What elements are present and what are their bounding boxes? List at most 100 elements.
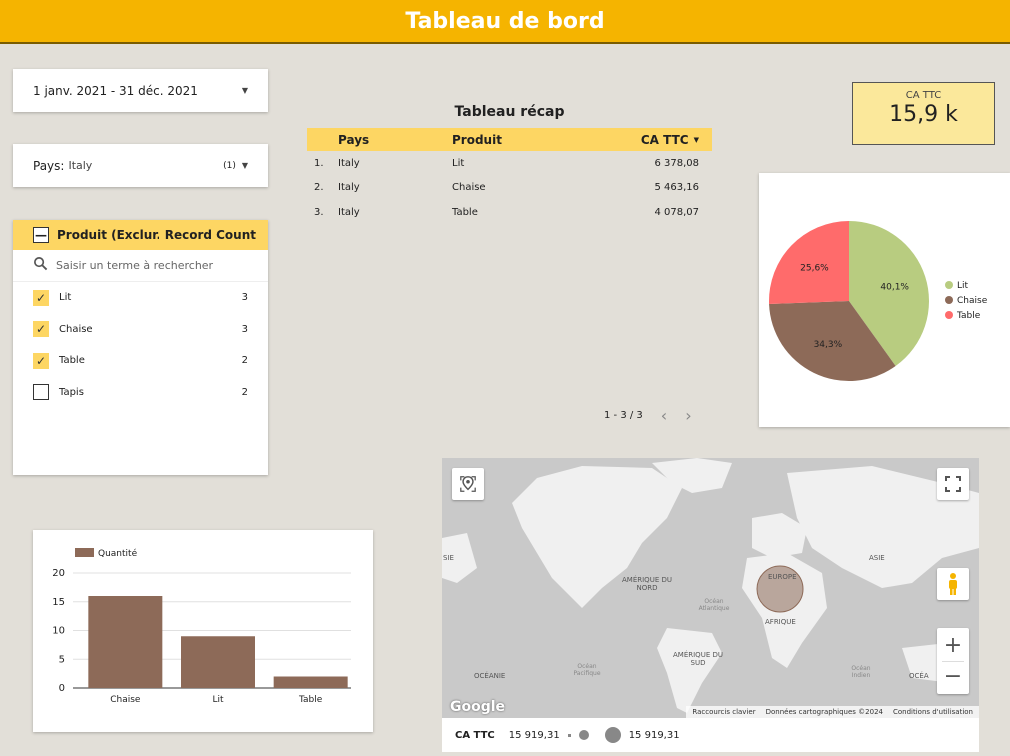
filter-item-count: 2	[241, 386, 248, 398]
dropdown-caret-icon: ▼	[241, 161, 248, 170]
geo-map[interactable]: SIE ASIE AMÉRIQUE DU NORD EUROPE AFRIQUE…	[442, 458, 979, 718]
map-label: OCÉANIE	[474, 672, 506, 680]
legend-separator-icon	[567, 733, 571, 737]
row-number: 1.	[314, 157, 324, 169]
zoom-control: + −	[937, 628, 969, 694]
cell-produit: Chaise	[452, 182, 486, 194]
pie-slice-value-label: 25,6%	[800, 264, 829, 274]
search-icon	[33, 256, 48, 275]
y-tick-label: 0	[59, 683, 65, 694]
bar-chart[interactable]: 0 5 10 15 20 Chaise Lit Table Quantité	[33, 530, 373, 732]
filter-item-count: 2	[241, 355, 248, 367]
column-header-produit[interactable]: Produit	[452, 133, 592, 147]
table-row: 2. Italy Chaise 5 463,16	[307, 176, 712, 201]
map-label: EUROPE	[768, 573, 797, 581]
select-all-checkbox[interactable]: —	[33, 227, 49, 243]
filter-item[interactable]: Tapis 2	[13, 377, 268, 409]
bar-table[interactable]	[273, 676, 348, 689]
date-range-control[interactable]: 1 janv. 2021 - 31 déc. 2021 ▼	[13, 69, 268, 112]
y-tick-label: 5	[59, 654, 65, 665]
map-label: SIE	[443, 554, 454, 562]
map-label: Océan Atlantique	[698, 598, 730, 613]
cell-ca-ttc: 5 463,16	[654, 182, 699, 194]
table-pagination: 1 - 3 / 3 ‹ ›	[604, 406, 714, 425]
map-label: AFRIQUE	[765, 618, 796, 626]
row-number: 2.	[314, 182, 324, 194]
legend-swatch	[945, 281, 953, 289]
record-count-column-header[interactable]: Record Count	[165, 228, 256, 242]
map-legend-max: 15 919,31	[628, 729, 680, 741]
filter-item[interactable]: ✓ Table 2	[13, 345, 268, 377]
date-range-value: 1 janv. 2021 - 31 déc. 2021	[33, 83, 198, 98]
page-title: Tableau de bord	[405, 8, 605, 34]
location-pin-icon[interactable]	[452, 468, 484, 500]
bar-chaise[interactable]	[88, 596, 163, 688]
search-placeholder: Saisir un terme à rechercher	[56, 259, 214, 272]
filter-item-label: Lit	[59, 292, 72, 304]
sort-desc-icon: ▼	[693, 135, 699, 144]
recap-table: Pays Produit CA TTC ▼ 1. Italy Lit 6 378,…	[307, 128, 712, 225]
terms-link[interactable]: Conditions d'utilisation	[893, 708, 973, 716]
map-legend: CA TTC 15 919,31 15 919,31	[442, 718, 979, 752]
x-tick-label: Table	[298, 695, 323, 705]
world-map-shapes	[442, 458, 979, 713]
chevron-right-icon[interactable]: ›	[685, 406, 691, 425]
map-attribution: Raccourcis clavier Données cartographiqu…	[686, 706, 979, 718]
x-tick-label: Chaise	[110, 695, 141, 705]
pie-slice-value-label: 34,3%	[814, 340, 843, 350]
fullscreen-icon[interactable]	[937, 468, 969, 500]
pie-chart-card: 40,1% 34,3% 25,6% Lit Chaise Table	[759, 173, 1010, 427]
google-logo: Google	[450, 699, 506, 715]
filter-item[interactable]: ✓ Chaise 3	[13, 314, 268, 346]
map-legend-metric: CA TTC	[455, 729, 495, 741]
legend-swatch	[75, 548, 94, 557]
table-row: 3. Italy Table 4 078,07	[307, 200, 712, 225]
legend-label: Quantité	[98, 548, 138, 559]
small-bubble-icon	[578, 730, 589, 740]
checkbox-unchecked-icon[interactable]	[33, 384, 49, 401]
country-filter-label: Pays:	[33, 158, 65, 173]
x-tick-label: Lit	[212, 695, 224, 705]
dropdown-caret-icon: ▼	[241, 86, 248, 95]
pie-chart[interactable]: 40,1% 34,3% 25,6% Lit Chaise Table	[759, 173, 1010, 427]
street-view-pegman-icon[interactable]	[937, 568, 969, 600]
y-tick-label: 20	[52, 568, 65, 579]
map-label: ASIE	[869, 554, 885, 562]
filter-item[interactable]: ✓ Lit 3	[13, 282, 268, 314]
checkbox-checked-icon[interactable]: ✓	[33, 352, 49, 369]
kpi-scorecard: CA TTC 15,9 k	[852, 82, 995, 145]
legend-label: Chaise	[957, 296, 988, 306]
product-filter-panel: — Produit (Exclur... Record Count Saisir…	[13, 220, 268, 475]
column-header-ca-ttc[interactable]: CA TTC ▼	[592, 133, 699, 147]
pie-slice-table[interactable]	[769, 221, 849, 305]
kpi-label: CA TTC	[905, 90, 942, 101]
table-header-row: Pays Produit CA TTC ▼	[307, 128, 712, 151]
y-tick-label: 15	[52, 597, 65, 608]
keyboard-shortcuts-link[interactable]: Raccourcis clavier	[692, 708, 755, 716]
country-filter-control[interactable]: Pays: Italy (1) ▼	[13, 144, 268, 187]
column-header-ca-ttc-label: CA TTC	[640, 132, 689, 147]
cell-produit: Table	[452, 206, 478, 218]
large-bubble-icon	[604, 727, 621, 743]
cell-pays: Italy	[338, 157, 360, 169]
product-column-header[interactable]: Produit (Exclur...	[57, 228, 159, 242]
zoom-in-icon[interactable]: +	[944, 631, 962, 661]
map-label: Océan Indien	[851, 665, 871, 680]
legend-swatch	[945, 311, 953, 319]
row-number: 3.	[314, 206, 324, 218]
map-data-credit: Données cartographiques ©2024	[765, 708, 883, 716]
bar-lit[interactable]	[181, 636, 255, 688]
product-search-input[interactable]: Saisir un terme à rechercher	[13, 250, 268, 282]
recap-table-title: Tableau récap	[454, 104, 565, 120]
pagination-label: 1 - 3 / 3	[604, 410, 643, 421]
chevron-left-icon[interactable]: ‹	[661, 406, 667, 425]
zoom-out-icon[interactable]: −	[944, 662, 962, 692]
filter-item-label: Tapis	[59, 386, 84, 398]
filter-item-count: 3	[241, 292, 248, 304]
bar-chart-card: 0 5 10 15 20 Chaise Lit Table Quantité	[33, 530, 373, 732]
checkbox-checked-icon[interactable]: ✓	[33, 289, 49, 306]
checkbox-checked-icon[interactable]: ✓	[33, 321, 49, 338]
column-header-pays[interactable]: Pays	[338, 133, 452, 147]
cell-pays: Italy	[338, 206, 360, 218]
map-legend-min: 15 919,31	[508, 729, 560, 741]
